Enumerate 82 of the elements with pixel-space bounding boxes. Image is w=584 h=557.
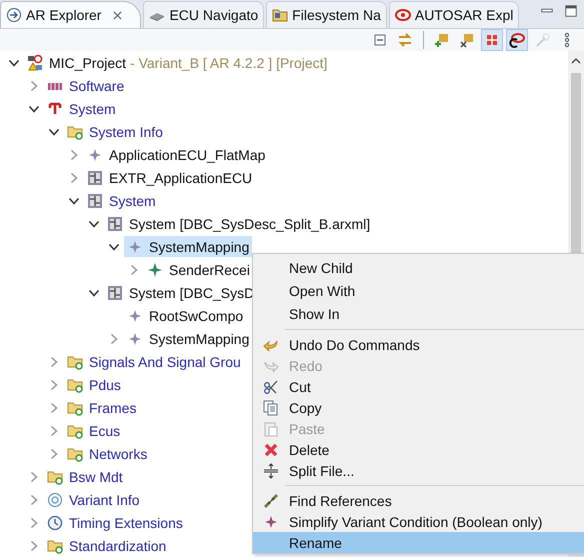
folder-icon [67, 446, 83, 462]
tree-item[interactable]: System [44, 98, 119, 119]
diamond-icon [127, 308, 143, 324]
menu-item[interactable]: Cut [253, 376, 584, 397]
folder-icon [67, 376, 83, 392]
tree-item[interactable]: Ecus [64, 420, 124, 441]
expand-chevron-icon[interactable] [48, 448, 60, 460]
copy-icon [263, 400, 279, 416]
diamond-icon [127, 330, 143, 346]
view-tab[interactable]: AUTOSAR Expl [388, 1, 520, 28]
project-icon [27, 54, 43, 70]
menu-item[interactable]: Undo Do Commands [253, 334, 584, 355]
tree-item[interactable]: ApplicationECU_FlatMap [84, 144, 268, 165]
maximize-icon[interactable] [564, 4, 578, 18]
menu-item[interactable]: Delete [253, 439, 584, 460]
tree-item[interactable]: Pdus [64, 374, 124, 395]
folder-icon [272, 7, 288, 23]
tree-item[interactable]: Variant Info [44, 489, 143, 510]
target-icon[interactable] [506, 29, 528, 51]
menu-item[interactable]: New Child [253, 256, 584, 279]
split-icon [263, 462, 279, 478]
tree-item[interactable]: Networks [64, 443, 150, 464]
tree-item[interactable]: MIC_Project - Variant_B [ AR 4.2.2 ] [Project] [24, 52, 330, 73]
expand-chevron-icon[interactable] [108, 332, 120, 344]
menu-item[interactable]: Simplify Variant Condition (Boolean only) [253, 511, 584, 532]
view-tab[interactable]: ECU Navigato [143, 1, 264, 28]
tree-item[interactable]: Bsw Mdt [44, 466, 126, 487]
folder-icon [67, 354, 83, 370]
menu-item[interactable]: Copy [253, 397, 584, 418]
tree-item[interactable]: SenderRecei [144, 259, 253, 280]
menu-item[interactable]: Split File... [253, 460, 584, 481]
expand-chevron-icon[interactable] [48, 424, 60, 436]
folder-icon [67, 400, 83, 416]
view-tab[interactable]: AR Explorer [0, 1, 142, 28]
expand-chevron-icon[interactable] [68, 172, 80, 184]
diamond-icon [263, 514, 279, 530]
menu-item[interactable]: Show In [253, 302, 584, 325]
tree-item[interactable]: Standardization [44, 535, 170, 556]
tree-item[interactable]: Software [44, 75, 128, 96]
tree-item[interactable]: Signals And Signal Grou [64, 351, 244, 372]
folder-icon [47, 538, 63, 554]
close-icon[interactable] [113, 10, 122, 20]
diamond-icon [127, 238, 143, 254]
tree-item[interactable]: System [84, 190, 159, 211]
expand-chevron-icon[interactable] [48, 402, 60, 414]
diamond-icon [87, 146, 103, 162]
target-icon [47, 492, 63, 508]
tree-item[interactable]: EXTR_ApplicationECU [84, 167, 256, 188]
star-icon [147, 262, 163, 278]
tree-item[interactable]: SystemMapping [124, 236, 252, 257]
clock-icon [47, 514, 63, 530]
grid-icon[interactable] [481, 29, 503, 51]
tree-item[interactable]: System Info [64, 121, 166, 142]
target-icon [394, 7, 411, 23]
expand-chevron-icon[interactable] [68, 148, 80, 160]
expand-chevron-icon[interactable] [28, 540, 40, 552]
menu-item[interactable]: Find References [253, 490, 584, 511]
expand-chevron-icon[interactable] [28, 80, 40, 92]
tree-item[interactable]: System [DBC_SysDesc_Split_B.arxml] [104, 213, 374, 234]
expand-chevron-icon[interactable] [28, 470, 40, 482]
folder-icon [47, 468, 63, 484]
module-icon [107, 216, 123, 232]
module-icon [107, 284, 123, 300]
paste-icon [263, 420, 279, 436]
expand-chevron-icon[interactable] [28, 494, 40, 506]
module-icon [87, 192, 103, 208]
chain-icon [263, 492, 279, 508]
tree-item[interactable]: RootSwCompo [124, 305, 246, 326]
module-icon [87, 170, 103, 186]
delete-icon [263, 442, 279, 458]
menu-item[interactable]: Rename [253, 532, 584, 553]
tree-item[interactable]: Frames [64, 397, 140, 418]
tree-item[interactable]: SystemMapping [124, 328, 252, 349]
tree-item[interactable]: Timing Extensions [44, 512, 186, 533]
expand-chevron-icon[interactable] [48, 356, 60, 368]
expand-chevron-icon[interactable] [48, 378, 60, 390]
expand-chevron-icon[interactable] [28, 516, 40, 528]
view-tab[interactable]: Filesystem Na [266, 1, 387, 28]
expand-chevron-icon[interactable] [128, 264, 140, 276]
scissors-icon [263, 378, 279, 394]
folder-icon [67, 124, 83, 140]
folder-icon [67, 422, 83, 438]
